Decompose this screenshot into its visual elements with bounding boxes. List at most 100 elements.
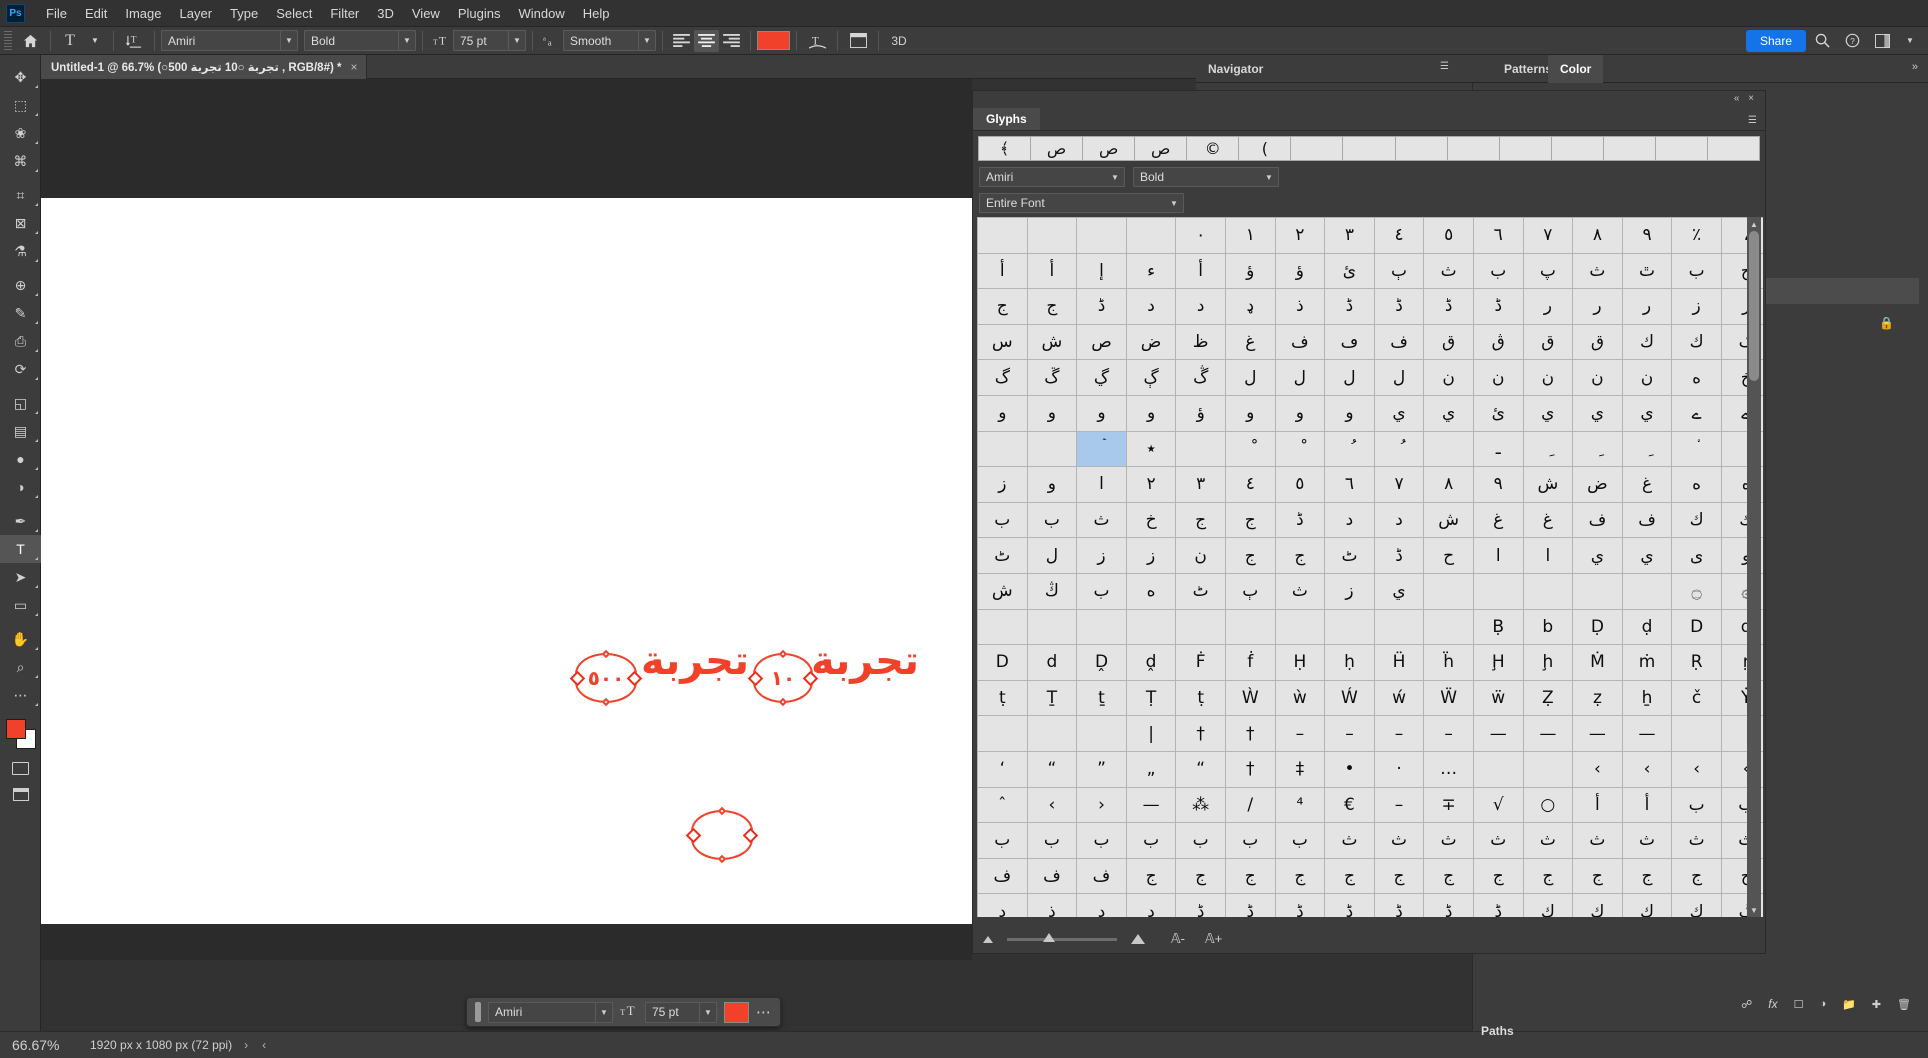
glyph-cell[interactable]: † bbox=[1224, 715, 1276, 752]
glyph-cell[interactable]: ش bbox=[1026, 323, 1078, 361]
canvas-text-2[interactable]: تجربة bbox=[641, 638, 749, 684]
glyph-cell[interactable]: ج bbox=[1224, 857, 1276, 895]
glyph-cell[interactable]: ج bbox=[1373, 857, 1425, 895]
glyph-cell[interactable]: ḥ bbox=[1324, 644, 1375, 681]
glyph-cell[interactable]: ُ bbox=[1324, 430, 1375, 468]
glyph-cell[interactable]: ج bbox=[1274, 857, 1326, 895]
glyph-cell[interactable] bbox=[977, 430, 1028, 468]
glyph-cell[interactable]: Ḓ bbox=[1076, 644, 1127, 681]
new-layer-icon[interactable]: ✚ bbox=[1872, 998, 1881, 1011]
glyph-cell[interactable]: ٨ bbox=[1572, 217, 1623, 254]
glyph-cell[interactable]: ج bbox=[1224, 537, 1276, 574]
glyph-cell[interactable]: ب bbox=[1076, 822, 1127, 859]
glyph-cell[interactable]: € bbox=[1324, 786, 1375, 824]
ctx-font-size-select[interactable]: 75 pt ▼ bbox=[645, 1001, 717, 1023]
spot-healing-brush-tool[interactable]: ⊕ bbox=[0, 271, 41, 299]
text-color-swatch[interactable] bbox=[757, 31, 790, 50]
glyph-cell[interactable]: ṭ bbox=[977, 679, 1028, 717]
glyph-cell[interactable]: ص bbox=[1076, 323, 1127, 361]
scroll-down-icon[interactable]: ▼ bbox=[1747, 903, 1761, 917]
glyph-cell[interactable]: ḟ bbox=[1224, 644, 1276, 681]
glyph-cell[interactable]: Ṭ bbox=[1125, 679, 1177, 717]
glyph-cell[interactable]: ِ bbox=[1572, 430, 1623, 468]
recent-glyph-4[interactable]: © bbox=[1187, 136, 1240, 161]
menu-item-help[interactable]: Help bbox=[574, 2, 619, 25]
chevron-down-icon[interactable]: ▼ bbox=[508, 31, 525, 50]
glyph-cell[interactable]: ب bbox=[977, 822, 1028, 859]
glyph-cell[interactable]: غ bbox=[1472, 501, 1524, 539]
glyph-cell[interactable]: ز bbox=[1125, 537, 1177, 574]
add-mask-icon[interactable]: ☐ bbox=[1794, 998, 1804, 1011]
glyph-cell[interactable]: ẓ bbox=[1572, 679, 1623, 717]
glyph-cell[interactable]: · bbox=[1373, 750, 1425, 788]
glyph-cell[interactable]: ل bbox=[1373, 359, 1425, 396]
glyph-cell[interactable]: ْ bbox=[1224, 430, 1276, 468]
glyph-cell[interactable] bbox=[1076, 217, 1127, 254]
canvas-badge-3[interactable] bbox=[691, 806, 753, 864]
menu-item-file[interactable]: File bbox=[37, 2, 76, 25]
glyph-cell[interactable]: ب bbox=[1026, 501, 1078, 539]
glyph-cell[interactable]: ٿ bbox=[1621, 252, 1673, 290]
recent-glyph-5[interactable]: ( bbox=[1239, 136, 1292, 161]
glyph-cell[interactable]: ṯ bbox=[1076, 679, 1127, 717]
glyph-cell[interactable]: ى bbox=[1671, 537, 1722, 574]
glyph-cell[interactable]: ج bbox=[1621, 857, 1673, 895]
glyph-cell[interactable]: ق bbox=[1572, 323, 1623, 361]
canvas-badge-1[interactable]: ١٠ bbox=[753, 649, 813, 707]
glyph-cell[interactable]: ب bbox=[1224, 822, 1276, 859]
panel-menu-icon[interactable]: ☰ bbox=[1440, 61, 1449, 72]
lock-icon[interactable]: 🔒 bbox=[1879, 316, 1894, 330]
glyph-cell[interactable]: ي bbox=[1572, 537, 1623, 574]
chevron-down-icon[interactable]: ▼ bbox=[1106, 168, 1124, 186]
glyph-cell[interactable]: ẖ bbox=[1621, 679, 1673, 717]
glyph-cell[interactable]: ل bbox=[1324, 359, 1375, 396]
glyph-cell[interactable] bbox=[1026, 608, 1078, 646]
options-bar-grip[interactable] bbox=[4, 30, 12, 51]
glyph-cell[interactable]: و bbox=[1324, 394, 1375, 432]
glyph-cell[interactable]: ṁ bbox=[1621, 644, 1673, 681]
glyph-cell[interactable]: ٧ bbox=[1373, 466, 1425, 503]
glyph-cell[interactable]: ٻ bbox=[1224, 572, 1276, 610]
glyph-cell[interactable]: ڈ bbox=[1324, 893, 1375, 917]
horizontal-type-tool[interactable]: T bbox=[0, 535, 41, 563]
glyph-cell[interactable]: و bbox=[977, 394, 1028, 432]
glyph-cell[interactable]: ؤ bbox=[1274, 252, 1326, 290]
recent-glyph-3[interactable]: ص bbox=[1135, 136, 1188, 161]
menu-item-select[interactable]: Select bbox=[267, 2, 321, 25]
glyph-cell[interactable]: ج bbox=[1324, 857, 1375, 895]
glyph-cell[interactable]: – bbox=[1324, 715, 1375, 752]
glyph-cell[interactable] bbox=[1175, 608, 1226, 646]
glyph-cell[interactable]: ث bbox=[1671, 822, 1722, 859]
glyph-cell[interactable]: ٢ bbox=[1125, 466, 1177, 503]
lasso-tool[interactable]: ❀ bbox=[0, 119, 41, 147]
panel-menu-icon[interactable]: ☰ bbox=[1748, 115, 1757, 126]
chevron-down-icon[interactable]: ▼ bbox=[398, 31, 415, 50]
glyph-cell[interactable]: ش bbox=[977, 572, 1028, 610]
glyph-cell[interactable] bbox=[1671, 715, 1722, 752]
canvas[interactable]: تجربة تجربة ١٠ ٥٠٠ bbox=[41, 198, 972, 924]
glyph-cell[interactable]: › bbox=[1076, 786, 1127, 824]
glyph-cell[interactable]: Ṁ bbox=[1572, 644, 1623, 681]
glyph-cell[interactable]: … bbox=[1423, 750, 1474, 788]
glyph-cell[interactable]: ب bbox=[1076, 572, 1127, 610]
glyph-cell[interactable]: — bbox=[1572, 715, 1623, 752]
glyph-cell[interactable] bbox=[1026, 430, 1078, 468]
glyph-cell[interactable]: ُ bbox=[1373, 430, 1425, 468]
glyph-cell[interactable]: ث bbox=[1621, 822, 1673, 859]
glyph-cell[interactable]: ز bbox=[1324, 572, 1375, 610]
foreground-background-colors[interactable] bbox=[0, 715, 41, 755]
glyph-cell[interactable]: د bbox=[1125, 288, 1177, 325]
glyph-cell[interactable]: † bbox=[1175, 715, 1226, 752]
glyph-cell[interactable]: د bbox=[1175, 288, 1226, 325]
glyph-cell[interactable] bbox=[1026, 217, 1078, 254]
recent-glyph-empty-6[interactable] bbox=[1603, 136, 1656, 161]
glyph-cell[interactable]: ي bbox=[1572, 394, 1623, 432]
glyph-cell[interactable]: ز bbox=[1671, 288, 1722, 325]
glyph-cell[interactable]: ق bbox=[1522, 323, 1574, 361]
glyph-cell[interactable]: ڈ bbox=[1324, 288, 1375, 325]
glyph-cell[interactable]: ك bbox=[1671, 323, 1722, 361]
glyphs-grid[interactable]: ٠١٢٣٤٥٦٧٨٩٪،'★بهأأإءأؤؤئٻثبپثٿبججججخججڈد… bbox=[977, 217, 1763, 917]
glyph-cell[interactable]: ن bbox=[1472, 359, 1524, 396]
glyph-cell[interactable]: ث bbox=[1423, 252, 1474, 290]
glyph-cell[interactable]: ج bbox=[1423, 857, 1474, 895]
